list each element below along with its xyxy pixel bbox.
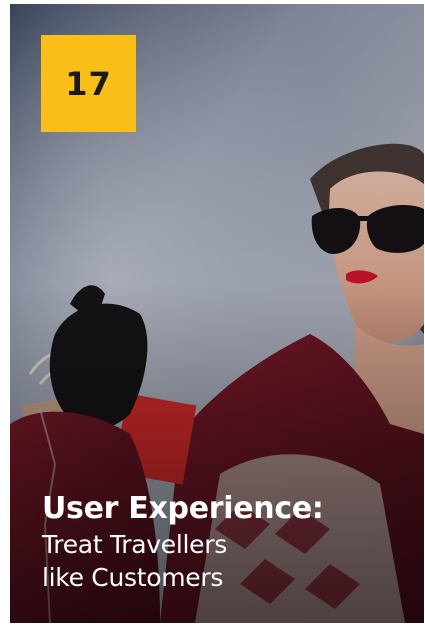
article-subline-2: like Customers [42,563,224,592]
article-number-badge: 17 [41,35,136,132]
article-card[interactable]: 17 User Experience: Treat Travellers lik… [10,4,424,623]
article-number: 17 [65,64,112,103]
article-title[interactable]: User Experience: Treat Travellers like C… [42,490,414,594]
article-headline: User Experience: [42,491,324,526]
article-subline-1: Treat Travellers [42,530,227,559]
